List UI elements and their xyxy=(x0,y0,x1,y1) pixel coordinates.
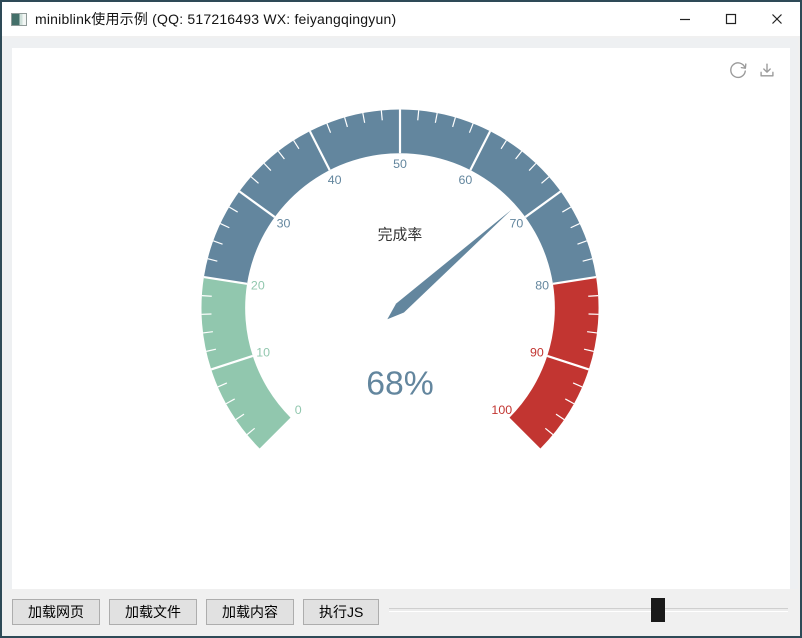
svg-text:40: 40 xyxy=(328,173,342,187)
svg-text:90: 90 xyxy=(530,346,544,360)
window-controls xyxy=(662,2,800,36)
execute-js-button[interactable]: 执行JS xyxy=(303,599,379,625)
slider-track[interactable] xyxy=(389,608,788,612)
svg-text:80: 80 xyxy=(535,279,549,293)
webview: 0 10 20 30 40 50 60 70 80 90 100 完成率 68% xyxy=(4,38,798,589)
load-file-button[interactable]: 加载文件 xyxy=(109,599,197,625)
chart-toolbox xyxy=(727,60,778,82)
minimize-icon xyxy=(679,13,691,25)
svg-text:10: 10 xyxy=(256,346,270,360)
save-as-image-icon[interactable] xyxy=(756,60,778,82)
gauge-chart: 0 10 20 30 40 50 60 70 80 90 100 完成率 68% xyxy=(12,48,790,589)
load-webpage-button[interactable]: 加载网页 xyxy=(12,599,100,625)
maximize-button[interactable] xyxy=(708,2,754,36)
bottom-toolbar: 加载网页 加载文件 加载内容 执行JS xyxy=(4,589,798,634)
restore-icon[interactable] xyxy=(727,60,749,82)
svg-text:0: 0 xyxy=(295,403,302,417)
svg-text:100: 100 xyxy=(491,403,512,417)
value-slider[interactable] xyxy=(389,589,788,634)
svg-text:20: 20 xyxy=(251,279,265,293)
svg-text:完成率: 完成率 xyxy=(378,227,423,244)
app-window: miniblink使用示例 (QQ: 517216493 WX: feiyang… xyxy=(0,0,802,638)
window-title: miniblink使用示例 (QQ: 517216493 WX: feiyang… xyxy=(35,9,396,29)
svg-text:60: 60 xyxy=(458,173,472,187)
svg-text:68%: 68% xyxy=(366,365,434,403)
svg-text:30: 30 xyxy=(277,216,291,230)
chart-panel: 0 10 20 30 40 50 60 70 80 90 100 完成率 68% xyxy=(12,48,790,589)
app-icon xyxy=(11,13,27,26)
svg-text:70: 70 xyxy=(510,216,524,230)
minimize-button[interactable] xyxy=(662,2,708,36)
titlebar: miniblink使用示例 (QQ: 517216493 WX: feiyang… xyxy=(2,2,800,36)
maximize-icon xyxy=(725,13,737,25)
close-button[interactable] xyxy=(754,2,800,36)
svg-text:50: 50 xyxy=(393,157,407,171)
slider-handle[interactable] xyxy=(651,598,665,622)
load-content-button[interactable]: 加载内容 xyxy=(206,599,294,625)
close-icon xyxy=(771,13,783,25)
